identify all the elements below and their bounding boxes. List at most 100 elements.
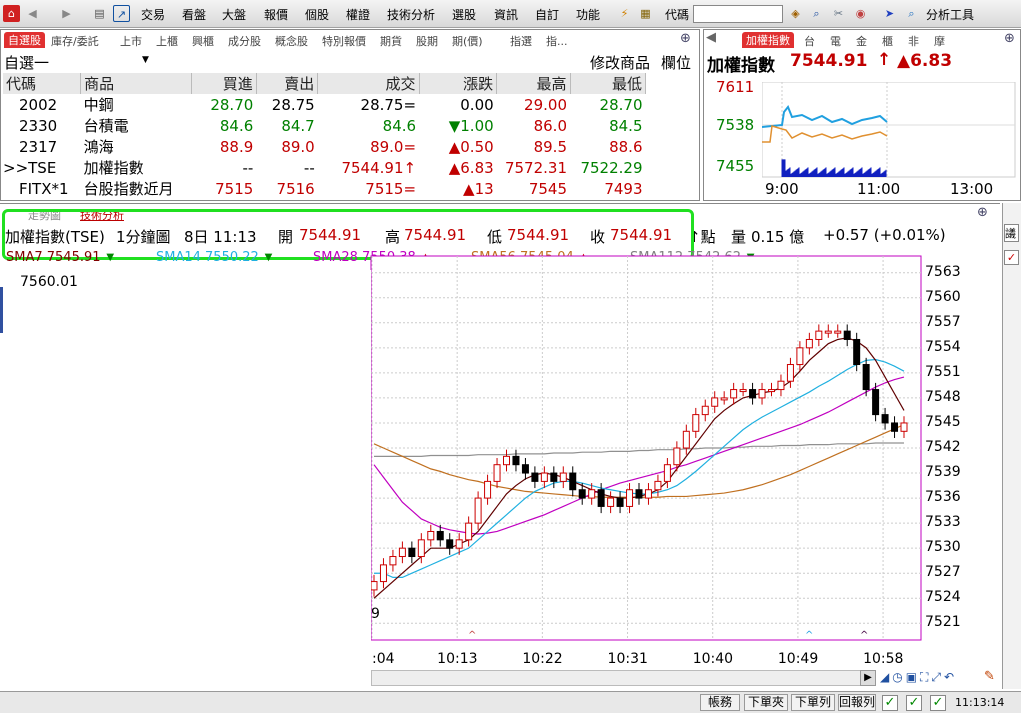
tab-quote-11[interactable]: 指選 (510, 33, 532, 49)
stamp-icon[interactable]: ◈ (787, 5, 804, 22)
header-0[interactable]: 代碼 (3, 73, 82, 94)
tab-mini-1[interactable]: 台 (804, 33, 815, 49)
cell-ask: 28.75 (271, 95, 315, 114)
menu-screen[interactable]: 選股 (452, 6, 476, 23)
prev-tab-icon[interactable]: ◀ (706, 30, 716, 45)
status-check-1[interactable]: ✓ (882, 695, 898, 711)
status-check-3[interactable]: ✓ (930, 695, 946, 711)
side-check-icon[interactable]: ✓ (1004, 250, 1019, 265)
columns-button[interactable]: 欄位 (661, 52, 691, 73)
print-icon[interactable]: ▤ (91, 5, 108, 22)
tab-quote-9[interactable]: 股期 (416, 33, 438, 49)
header-4[interactable]: 成交 (317, 73, 420, 94)
menu-info[interactable]: 資訊 (494, 6, 518, 23)
tab-quote-5[interactable]: 成分股 (228, 33, 261, 49)
tab-quote-2[interactable]: 上市 (120, 33, 142, 49)
up-arrow-icon: ↑ (877, 50, 892, 70)
tools-icon[interactable]: ✂ (830, 5, 847, 22)
menu-watch[interactable]: 看盤 (182, 6, 206, 23)
candle-body (872, 389, 880, 416)
chart-tools[interactable]: ◢◷▣⛶⤢↶ (880, 670, 990, 686)
forward-icon[interactable]: ▶ (58, 5, 75, 22)
pencil-icon[interactable]: ✎ (984, 669, 1000, 686)
menu-stock[interactable]: 個股 (305, 6, 329, 23)
account-button[interactable]: 帳務 (700, 694, 740, 711)
tab-quote-12[interactable]: 指... (546, 33, 568, 49)
tab-mini-2[interactable]: 電 (830, 33, 841, 49)
header-5[interactable]: 漲跌 (419, 73, 498, 94)
last-mark: = (403, 95, 417, 114)
candle-body (758, 389, 766, 399)
alert-icon[interactable]: ◉ (852, 5, 869, 22)
tab-mini-0[interactable]: 加權指數 (742, 32, 794, 48)
y-tick-label: 7536 (925, 489, 961, 506)
chart-zoom-icon[interactable]: ⊕ (977, 205, 988, 220)
header-3[interactable]: 賣出 (256, 73, 319, 94)
tab-mini-3[interactable]: 金 (856, 33, 867, 49)
tab-quote-10[interactable]: 期(價) (452, 33, 483, 49)
candle-body (597, 489, 605, 507)
menu-custom[interactable]: 自訂 (535, 6, 559, 23)
table-row[interactable]: 2002 中鋼 28.70 28.75 28.75= 0.00 29.00 28.70 (3, 94, 646, 115)
candle-body (834, 330, 842, 334)
menu-trade[interactable]: 交易 (141, 6, 165, 23)
table-row[interactable]: 2317 鴻海 88.9 89.0 89.0= ▲0.50 89.5 88.6 (3, 136, 646, 157)
change-value: 13 (474, 179, 494, 198)
cell-change: 0.00 (419, 94, 497, 115)
tab-quote-4[interactable]: 興櫃 (192, 33, 214, 49)
mini-zoom-icon[interactable]: ⊕ (1004, 31, 1015, 46)
lightning-icon[interactable]: ⚡ (616, 5, 633, 22)
status-check-2[interactable]: ✓ (906, 695, 922, 711)
magnifier-icon[interactable]: ⌕ (903, 5, 920, 22)
signal-marker-icon: ^ (805, 630, 813, 641)
tab-mini-6[interactable]: 摩 (934, 33, 945, 49)
tab-mini-4[interactable]: 櫃 (882, 33, 893, 49)
chevron-down-icon[interactable]: ▼ (142, 55, 149, 65)
scroll-right-icon[interactable]: ▶ (860, 670, 876, 686)
order-folder-button[interactable]: 下單夾 (744, 694, 788, 711)
tab-quote-1[interactable]: 庫存/委託 (51, 33, 99, 49)
side-tab[interactable]: 議 (1004, 224, 1019, 242)
cell-change: ▲6.83 (419, 157, 497, 178)
table-row[interactable]: FITX*1 台股指數近月 7515 7516 7515= ▲13 7545 7493 (3, 178, 646, 199)
candle-body (843, 330, 851, 340)
table-row[interactable]: >>TSE 加權指數 -- -- 7544.91↑ ▲6.83 7572.31 7522.29 (3, 157, 646, 178)
code-input[interactable] (693, 5, 783, 23)
tab-quote-7[interactable]: 特別報價 (322, 33, 366, 49)
tab-mini-5[interactable]: 非 (908, 33, 919, 49)
back-icon[interactable]: ◀ (24, 5, 41, 22)
report-bar-button[interactable]: 回報列 (838, 694, 876, 711)
tab-quote-6[interactable]: 概念股 (275, 33, 308, 49)
cell-bid: -- (242, 158, 254, 177)
search-icon[interactable]: ⌕ (808, 5, 825, 22)
analysis-tools-menu[interactable]: 分析工具 (926, 6, 974, 23)
zoom-icon[interactable]: ⊕ (680, 31, 691, 46)
cell-high: 89.5 (533, 137, 567, 156)
tab-quote-3[interactable]: 上櫃 (156, 33, 178, 49)
tab-quote-0[interactable]: 自選股 (4, 32, 45, 48)
cursor-icon[interactable]: ➤ (881, 5, 898, 22)
modify-button[interactable]: 修改商品 (590, 52, 650, 73)
candle-body (616, 497, 624, 507)
group-selector[interactable]: 自選一 (4, 52, 49, 73)
order-bar-button[interactable]: 下單列 (791, 694, 835, 711)
menu-quote[interactable]: 報價 (264, 6, 288, 23)
mini-x-0: 9:00 (765, 180, 799, 198)
popout-icon[interactable]: ↗ (113, 5, 130, 22)
header-6[interactable]: 最高 (496, 73, 571, 94)
home-icon[interactable]: ⌂ (3, 5, 20, 22)
candle-body (588, 489, 596, 499)
menu-market[interactable]: 大盤 (222, 6, 246, 23)
header-7[interactable]: 最低 (570, 73, 646, 94)
header-2[interactable]: 買進 (191, 73, 257, 94)
chart-scrollbar[interactable] (371, 670, 861, 686)
table-row[interactable]: 2330 台積電 84.6 84.7 84.6 ▼1.00 86.0 84.5 (3, 115, 646, 136)
volume-label: 量 (731, 228, 747, 246)
menu-warrant[interactable]: 權證 (346, 6, 370, 23)
notepad-icon[interactable]: ▦ (637, 5, 654, 22)
tab-quote-8[interactable]: 期貨 (380, 33, 402, 49)
header-1[interactable]: 商品 (80, 73, 193, 94)
cell-name: 中鋼 (83, 96, 114, 114)
menu-technical[interactable]: 技術分析 (387, 6, 435, 23)
menu-function[interactable]: 功能 (576, 6, 600, 23)
